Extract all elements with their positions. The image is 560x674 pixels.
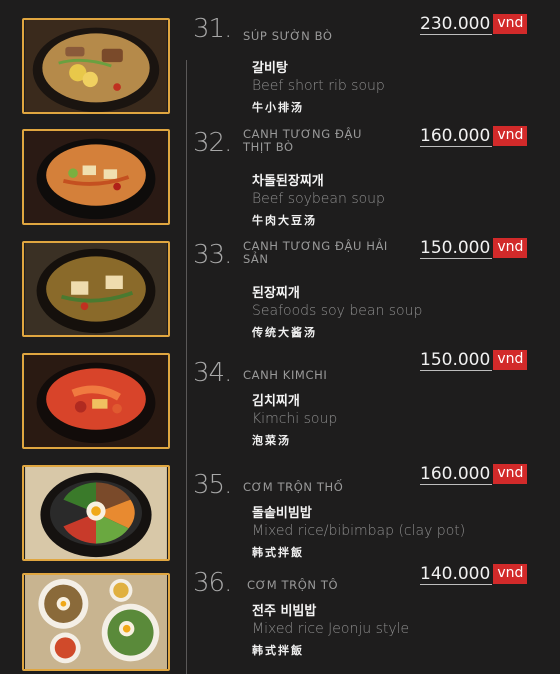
korean-name: 돌솥비빔밥 (252, 506, 312, 521)
english-name: Mixed rice/bibimbap (clay pot) (252, 523, 466, 539)
english-name: Kimchi soup (252, 411, 338, 427)
currency-badge: vnd (493, 14, 528, 34)
item-number: 34. (193, 358, 232, 388)
korean-name: 차돌된장찌개 (252, 174, 324, 189)
menu-item-36: 36. CƠM TRỘN TÔ 140.000 vnd 전주 비빔밥 Mixed … (0, 560, 560, 672)
chinese-name: 韩式拌飯 (252, 644, 304, 657)
english-name: Mixed rice Jeonju style (252, 621, 410, 637)
menu-item-34: 34. CANH KIMCHI 150.000 vnd 김치찌개 Kimchi s… (0, 336, 560, 449)
chinese-name: 韩式拌飯 (252, 546, 304, 559)
currency-badge: vnd (493, 238, 528, 258)
price-tag: 160.000 vnd (420, 125, 528, 147)
vietnamese-name: CƠM TRỘN TÔ (247, 578, 339, 592)
price-tag: 150.000 vnd (420, 237, 528, 259)
english-name: Beef soybean soup (252, 191, 385, 207)
korean-name: 된장찌개 (252, 286, 300, 301)
chinese-name: 泡菜汤 (252, 434, 291, 447)
vietnamese-name: CANH TƯƠNG ĐẬU HẢI SẢN (243, 239, 388, 266)
price-amount: 160.000 (420, 125, 493, 147)
korean-name: 전주 비빔밥 (252, 604, 317, 619)
korean-name: 김치찌개 (252, 394, 300, 409)
item-number: 32. (193, 128, 232, 158)
vietnamese-name: CANH KIMCHI (243, 368, 328, 382)
currency-badge: vnd (493, 464, 528, 484)
vietnamese-name: CANH TƯƠNG ĐẬU THỊT BÒ (243, 127, 362, 154)
beef-soybean-soup-photo (22, 129, 170, 225)
item-number: 36. (193, 568, 232, 598)
price-tag: 150.000 vnd (420, 349, 528, 371)
price-tag: 140.000 vnd (420, 563, 528, 585)
english-name: Seafoods soy bean soup (252, 303, 423, 319)
item-number: 35. (193, 470, 232, 500)
menu-item-35: 35. CƠM TRỘN THỐ 160.000 vnd 돌솥비빔밥 Mixed … (0, 448, 560, 561)
price-tag: 230.000 vnd (420, 13, 528, 35)
kimchi-soup-photo (22, 353, 170, 449)
price-amount: 150.000 (420, 237, 493, 259)
korean-name: 갈비탕 (252, 61, 288, 76)
menu-item-31: 31. SÚP SƯỜN BÒ 230.000 vnd 갈비탕 Beef shor… (0, 0, 560, 114)
item-number: 33. (193, 240, 232, 270)
english-name: Beef short rib soup (252, 78, 385, 94)
price-tag: 160.000 vnd (420, 463, 528, 485)
currency-badge: vnd (493, 350, 528, 370)
price-amount: 160.000 (420, 463, 493, 485)
currency-badge: vnd (493, 564, 528, 584)
vietnamese-name: CƠM TRỘN THỐ (243, 480, 344, 494)
currency-badge: vnd (493, 126, 528, 146)
seafood-soybean-soup-photo (22, 241, 170, 337)
menu-item-33: 33. CANH TƯƠNG ĐẬU HẢI SẢN 150.000 vnd 된장… (0, 224, 560, 339)
item-number: 31. (193, 14, 232, 44)
galbitang-photo (22, 18, 170, 114)
price-amount: 150.000 (420, 349, 493, 371)
bibimbap-jeonju-photo (22, 573, 170, 671)
bibimbap-clay-pot-photo (22, 465, 170, 561)
price-amount: 230.000 (420, 13, 493, 35)
menu-item-32: 32. CANH TƯƠNG ĐẬU THỊT BÒ 160.000 vnd 차돌… (0, 112, 560, 227)
price-amount: 140.000 (420, 563, 493, 585)
vietnamese-name: SÚP SƯỜN BÒ (243, 29, 333, 43)
